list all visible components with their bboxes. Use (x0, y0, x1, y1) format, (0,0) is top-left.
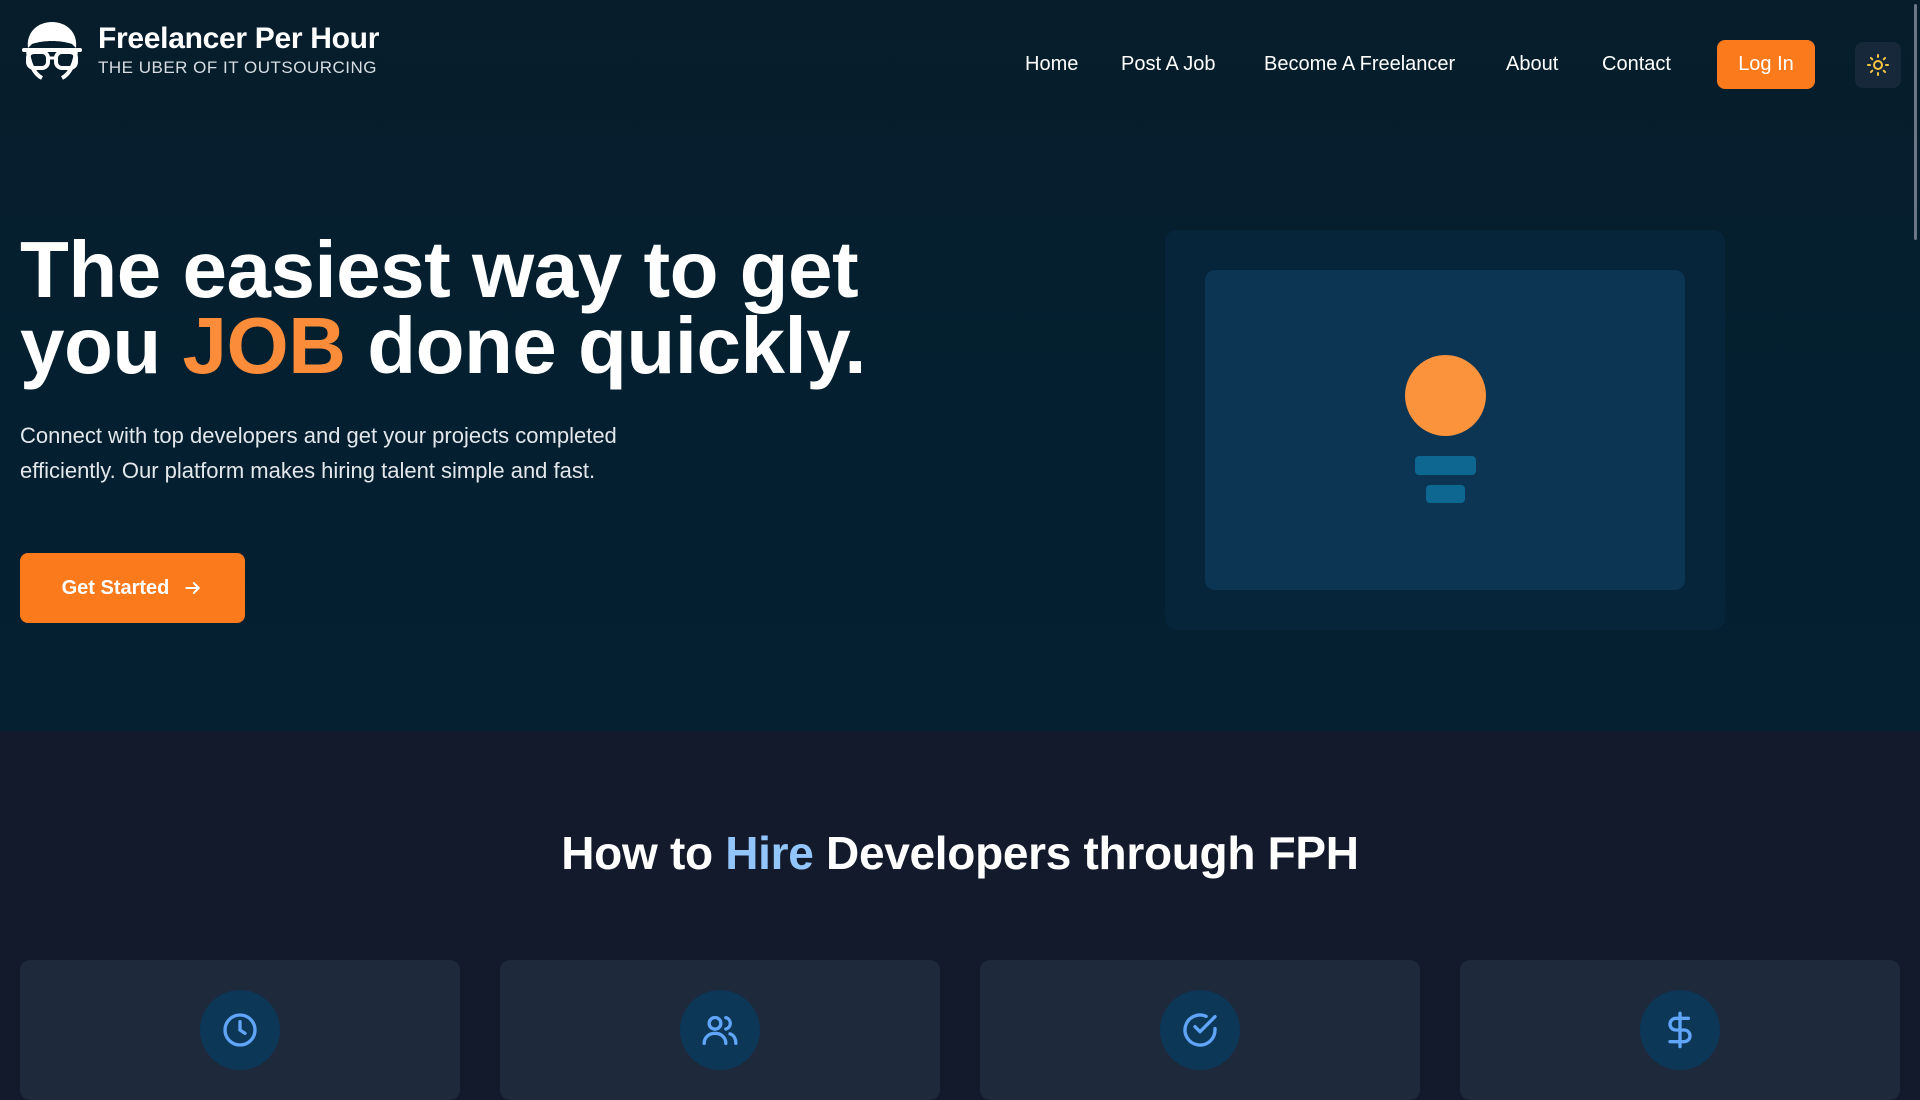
check-circle-icon (1183, 1013, 1217, 1047)
nav-about[interactable]: About (1506, 53, 1558, 76)
illustration-bar (1415, 456, 1476, 475)
hero-headline: The easiest way to get you JOB done quic… (20, 230, 900, 386)
step-card (980, 960, 1420, 1100)
nav-contact[interactable]: Contact (1602, 53, 1671, 76)
sun-icon (1867, 54, 1889, 76)
nav-post-a-job[interactable]: Post A Job (1121, 53, 1216, 76)
brand[interactable]: Freelancer Per Hour THE UBER OF IT OUTSO… (20, 18, 379, 82)
headline-rest: done quickly. (367, 301, 866, 390)
title-before: How to (561, 827, 713, 879)
scrollbar-thumb[interactable] (1914, 4, 1917, 240)
step-card (1460, 960, 1900, 1100)
clock-icon (223, 1013, 257, 1047)
headline-you: you (20, 301, 161, 390)
hero-section: Freelancer Per Hour THE UBER OF IT OUTSO… (0, 0, 1920, 731)
title-highlight: Hire (725, 827, 814, 879)
dollar-icon (1668, 1011, 1692, 1049)
step-card (500, 960, 940, 1100)
brand-tagline: THE UBER OF IT OUTSOURCING (98, 58, 378, 77)
arrow-right-icon (185, 582, 201, 594)
get-started-label: Get Started (61, 576, 170, 599)
illustration-bar (1426, 485, 1465, 503)
title-after: Developers through FPH (826, 827, 1359, 879)
illustration-screen (1205, 270, 1685, 590)
nav-become-a-freelancer[interactable]: Become A Freelancer (1264, 53, 1455, 76)
hero-subtext: Connect with top developers and get your… (20, 423, 617, 483)
logo-icon (22, 22, 82, 80)
login-button[interactable]: Log In (1717, 40, 1815, 89)
step-card (20, 960, 460, 1100)
illustration-bulb (1405, 355, 1486, 436)
hero-illustration (1165, 230, 1725, 630)
users-icon (702, 1015, 738, 1045)
how-to-title: How to Hire Developers through FPH (0, 826, 1920, 880)
get-started-button[interactable]: Get Started (20, 553, 245, 623)
scrollbar[interactable] (1912, 0, 1920, 1080)
brand-name: Freelancer Per Hour (98, 22, 380, 55)
nav-home[interactable]: Home (1025, 53, 1078, 76)
theme-toggle-button[interactable] (1855, 42, 1901, 88)
headline-accent: JOB (182, 301, 346, 390)
